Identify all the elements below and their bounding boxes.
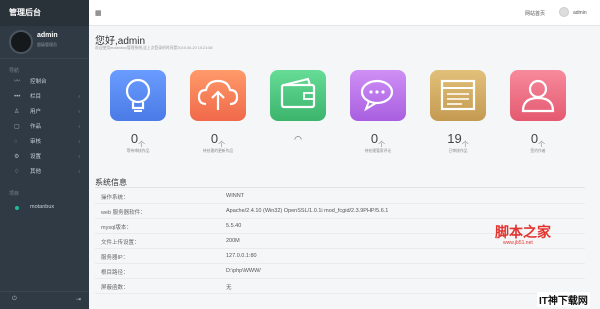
info-row: 服务器IP： 127.0.0.1:80 <box>95 249 585 264</box>
stat-card-approved[interactable]: 19个 已审核作品 <box>423 70 493 160</box>
stat-count: 0个 <box>130 131 146 149</box>
admin-app: 管理后台 admin 超级管理员 导航 〰 控制台 ••• 栏目 ‹ ♙ 用户 … <box>0 0 600 309</box>
topbar: ▦ 网站首页 admin <box>89 0 600 26</box>
wallet-icon <box>270 70 326 121</box>
sidebar-item-other[interactable]: ♢ 其他 ‹ <box>0 165 89 180</box>
chevron-left-icon: ‹ <box>78 169 80 175</box>
chevron-left-icon: ‹ <box>78 139 80 145</box>
doc-icon: ▢ <box>14 124 20 130</box>
stat-count: 0个 <box>530 131 546 149</box>
sidebar-item-label: 设置 <box>30 154 42 160</box>
grid-menu-icon[interactable]: ▦ <box>95 9 102 17</box>
sidebar-item-dashboard[interactable]: 〰 控制台 <box>0 75 89 90</box>
stat-label: 签约作者 <box>530 149 546 153</box>
stat-card-comments[interactable]: 0个 待处理管家评论 <box>343 70 413 160</box>
cloud-upload-icon <box>190 70 246 121</box>
stat-count: 0个 <box>370 131 386 149</box>
top-avatar[interactable] <box>559 7 569 17</box>
stat-label: 待处理的更新作品 <box>202 149 234 153</box>
info-row: 操作系统： WINNT <box>95 189 585 204</box>
sidebar-item-works[interactable]: ▢ 作品 ‹ <box>0 120 89 135</box>
brand-title[interactable]: 管理后台 <box>0 0 89 26</box>
chat-icon <box>350 70 406 121</box>
chart-line-icon: 〰 <box>14 79 21 85</box>
stat-count: 19个 <box>447 131 469 149</box>
sidebar-item-label: 控制台 <box>30 79 47 85</box>
browser-icon <box>430 70 486 121</box>
stat-card-updates[interactable]: 0个 待处理的更新作品 <box>183 70 253 160</box>
spinner-icon: ◌ <box>14 139 18 145</box>
main-content: 您好,admin 欢迎使用motanbox管理系统,这上次登录的时间是2019-… <box>89 26 600 309</box>
sidebar-item-label: 栏目 <box>30 94 42 100</box>
nav-section-label: 导航 <box>9 68 20 74</box>
stat-count: 0个 <box>210 131 226 149</box>
sidebar-item-settings[interactable]: ⚙ 设置 ‹ <box>0 150 89 165</box>
sidebar-user-panel: admin 超级管理员 <box>0 26 89 59</box>
sidebar-item-label: 其他 <box>30 169 42 175</box>
chevron-left-icon: ‹ <box>78 154 80 160</box>
watermark-jb51-url: www.jb51.net <box>503 240 533 246</box>
stat-loading-icon: ◠ <box>294 134 302 144</box>
status-dot-icon <box>15 206 19 210</box>
stat-card-authors[interactable]: 0个 签约作者 <box>503 70 573 160</box>
user-role: 超级管理员 <box>37 42 57 47</box>
welcome-subtitle: 欢迎使用motanbox管理系统,这上次登录的时间是2019-06-20 10:… <box>95 46 213 50</box>
sidebar-item-review[interactable]: ◌ 审核 ‹ <box>0 135 89 150</box>
top-user-name[interactable]: admin <box>573 10 587 16</box>
sidebar-item-users[interactable]: ♙ 用户 ‹ <box>0 105 89 120</box>
sidebar: 管理后台 admin 超级管理员 导航 〰 控制台 ••• 栏目 ‹ ♙ 用户 … <box>0 0 89 309</box>
logout-icon[interactable]: ⇥ <box>76 296 81 303</box>
stat-label: 待处理管家评论 <box>364 149 392 153</box>
chevron-left-icon: ‹ <box>78 109 80 115</box>
stat-card-wallet[interactable]: ◠ <box>263 70 333 160</box>
stat-label: 已审核作品 <box>448 149 468 153</box>
sidebar-item-label: 作品 <box>30 124 42 130</box>
page-title: 您好,admin <box>95 36 146 47</box>
sidebar-item-label: 用户 <box>30 109 42 115</box>
info-row: 根目路径： D:\php\WWW/ <box>95 264 585 279</box>
sidebar-item-label: 审核 <box>30 139 42 145</box>
user-icon <box>510 70 566 121</box>
power-icon[interactable]: ⏻ <box>12 296 17 303</box>
divider <box>95 187 585 188</box>
sidebar-item-label: motanbux <box>30 204 55 210</box>
stat-cards: 0个 等待审核作品 0个 待处理的更新作品 ◠ 0个 待处理管家评论 19个 已… <box>103 70 569 160</box>
sidebar-item-project[interactable]: motanbux <box>0 200 89 215</box>
info-row: web 服务器软件： Apache/2.4.10 (Win32) OpenSSL/… <box>95 204 585 219</box>
project-section-label: 项目 <box>9 191 20 197</box>
user-name: admin <box>37 32 58 39</box>
site-home-link[interactable]: 网站首页 <box>525 10 545 17</box>
bulb-icon: ♢ <box>14 169 20 175</box>
user-icon: ♙ <box>14 109 20 115</box>
avatar[interactable] <box>9 30 33 54</box>
stat-card-pending[interactable]: 0个 等待审核作品 <box>103 70 173 160</box>
chevron-left-icon: ‹ <box>78 94 80 100</box>
info-row: 屏蔽函数：无 <box>95 279 585 294</box>
watermark-jb51: 脚本之家 <box>495 225 551 241</box>
stat-label: 等待审核作品 <box>126 149 150 153</box>
sidebar-item-columns[interactable]: ••• 栏目 ‹ <box>0 90 89 105</box>
dots-icon: ••• <box>14 94 21 100</box>
sidebar-footer: ⏻ ⇥ <box>0 291 89 309</box>
watermark-corner: IT神下载网 <box>537 292 590 307</box>
bulb-icon <box>110 70 166 121</box>
gear-icon: ⚙ <box>14 154 20 160</box>
chevron-left-icon: ‹ <box>78 124 80 130</box>
